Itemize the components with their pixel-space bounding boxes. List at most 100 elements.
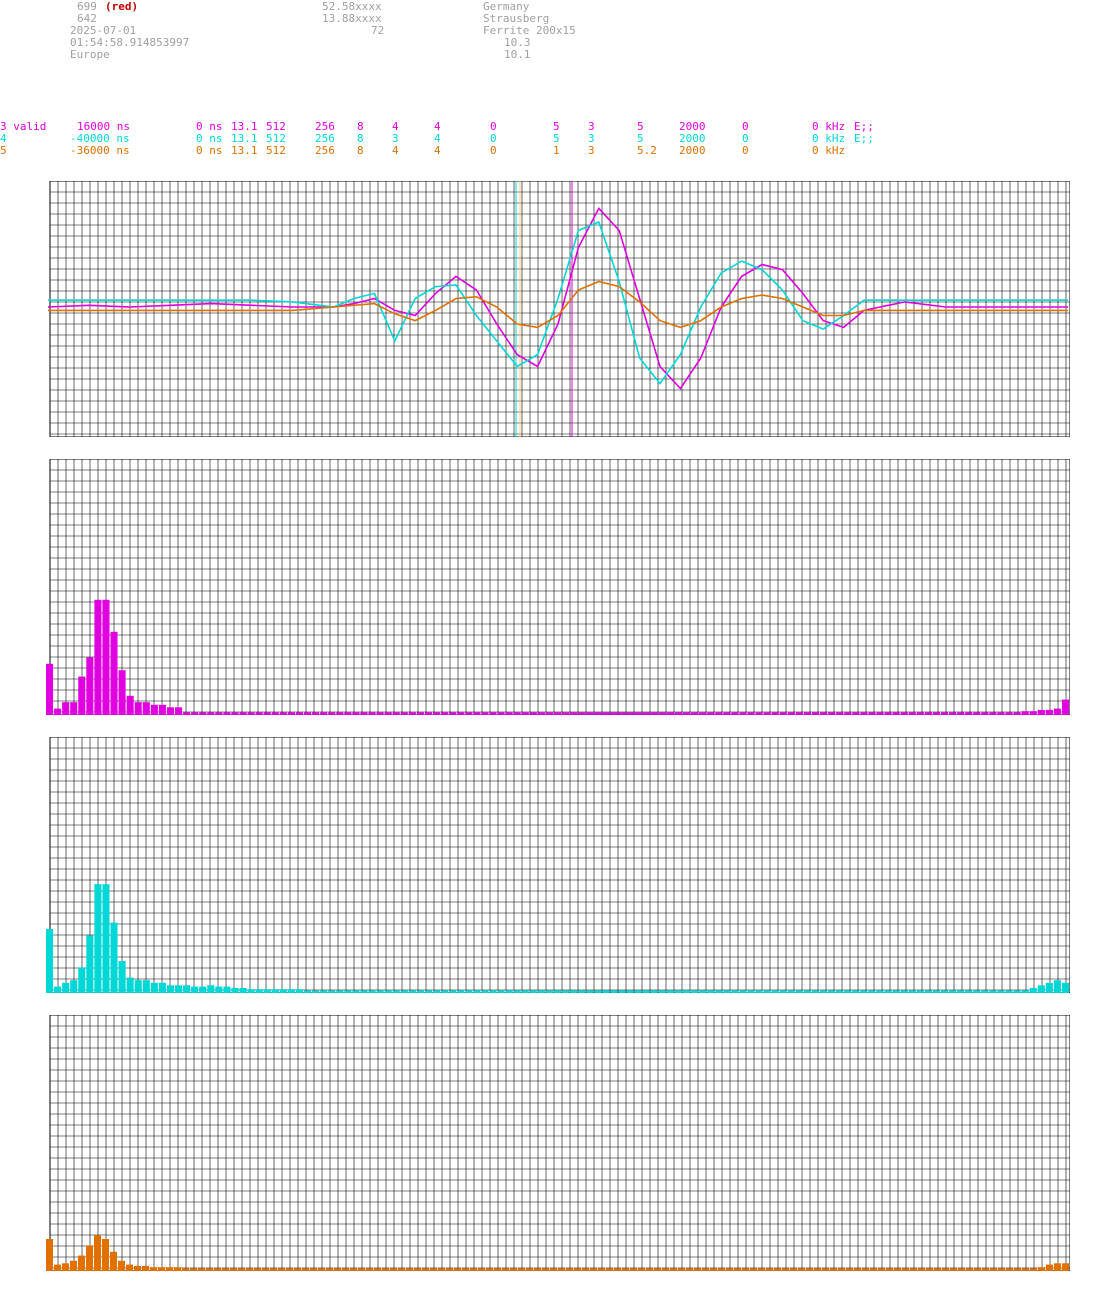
spectrum-bar bbox=[1054, 1263, 1061, 1271]
channel-2-c16: 0 kHz bbox=[812, 144, 846, 157]
spectrum-bar bbox=[142, 702, 150, 715]
spectrum-bar bbox=[457, 990, 465, 993]
spectrum-bar bbox=[908, 990, 916, 993]
spectrum-bar bbox=[658, 990, 666, 993]
spectrum-bar bbox=[900, 712, 908, 715]
spectrum-bar bbox=[376, 712, 384, 715]
channel-2-c9: 4 bbox=[434, 144, 441, 157]
spectrum-bar bbox=[694, 1268, 701, 1271]
spectrum-bar bbox=[742, 1268, 749, 1271]
spectrum-bar bbox=[582, 1268, 589, 1271]
spectrum-bar bbox=[787, 990, 795, 993]
spectrum-bar bbox=[1029, 711, 1037, 715]
channel-2-c15: 0 bbox=[742, 144, 749, 157]
spectrum-bar bbox=[534, 1268, 541, 1271]
spectrum-bar bbox=[502, 1268, 509, 1271]
spectrum-bar bbox=[263, 989, 271, 993]
spectrum-bar bbox=[916, 990, 924, 993]
event-count-note: (red) bbox=[105, 0, 139, 13]
spectrum-bar bbox=[198, 1268, 205, 1271]
spectrum-bar bbox=[199, 986, 207, 993]
spectrum-bar bbox=[350, 1268, 357, 1271]
spectrum-bar bbox=[231, 712, 239, 715]
spectrum-bar bbox=[1030, 1268, 1037, 1271]
spectrum-bar bbox=[590, 1268, 597, 1271]
spectrum-bar bbox=[1053, 980, 1061, 993]
spectrum-bar bbox=[924, 990, 932, 993]
spectrum-bar bbox=[247, 712, 255, 715]
spectrum-bar bbox=[803, 712, 811, 715]
spectrum-bar bbox=[997, 712, 1005, 715]
spectrum-bar bbox=[462, 1268, 469, 1271]
grid bbox=[49, 1015, 1070, 1271]
spectrum-bar bbox=[320, 712, 328, 715]
spectrum-bar bbox=[1061, 699, 1069, 715]
spectrum-bar bbox=[360, 712, 368, 715]
spectrum-bar bbox=[763, 990, 771, 993]
spectrum-bar bbox=[134, 1265, 141, 1271]
spectrum-bar bbox=[610, 990, 618, 993]
spectrum-bar bbox=[602, 712, 610, 715]
spectrum-bar bbox=[368, 990, 376, 993]
spectrum-bar bbox=[614, 1268, 621, 1271]
spectrum-bar bbox=[183, 985, 191, 993]
spectrum-bar bbox=[400, 712, 408, 715]
spectrum-bar bbox=[310, 1268, 317, 1271]
spectrum-bar bbox=[1053, 708, 1061, 715]
spectrum-bar bbox=[734, 1268, 741, 1271]
spectrum-bar bbox=[884, 712, 892, 715]
spectrum-bar bbox=[279, 712, 287, 715]
spectrum-bar bbox=[424, 712, 433, 715]
spectrum-bar bbox=[529, 990, 537, 993]
spectrum-bar bbox=[598, 1268, 605, 1271]
spectrum-bar bbox=[965, 712, 973, 715]
spectrum-bar bbox=[966, 1268, 973, 1271]
spectrum-bar bbox=[207, 712, 215, 715]
spectrum-bar bbox=[811, 712, 820, 715]
spectrum-bar bbox=[294, 1268, 301, 1271]
spectrum-bar bbox=[878, 1268, 885, 1271]
spectrum-bar bbox=[892, 990, 900, 993]
spectrum-bar bbox=[46, 663, 54, 715]
channel-2-c12: 3 bbox=[588, 144, 595, 157]
spectrum-bar bbox=[223, 986, 231, 993]
spectrum-panel-4 bbox=[46, 737, 1070, 993]
spectrum-bar bbox=[78, 967, 86, 993]
spectrum-bar bbox=[231, 987, 239, 993]
spectrum-bar bbox=[54, 708, 62, 715]
spectrum-bar bbox=[215, 986, 223, 993]
spectrum-bar bbox=[110, 631, 118, 715]
spectrum-bar bbox=[223, 712, 231, 715]
spectrum-bar bbox=[481, 990, 489, 993]
channel-2-c10: 0 bbox=[490, 144, 497, 157]
spectrum-bar bbox=[691, 990, 699, 993]
spectrum-bar bbox=[206, 1268, 213, 1271]
spectrum-bar bbox=[763, 712, 771, 715]
spectrum-bar bbox=[126, 1264, 133, 1271]
spectrum-bar bbox=[566, 1268, 573, 1271]
spectrum-bar bbox=[384, 712, 392, 715]
spectrum-bar bbox=[1022, 1268, 1029, 1271]
spectrum-bar bbox=[691, 712, 699, 715]
spectrum-bar bbox=[642, 990, 650, 993]
spectrum-bar bbox=[497, 712, 505, 715]
spectrum-bar bbox=[795, 990, 803, 993]
spectrum-bar bbox=[811, 990, 820, 993]
spectrum-bar bbox=[398, 1268, 405, 1271]
waveform-chart bbox=[47, 181, 1070, 437]
spectrum-bar bbox=[529, 712, 537, 715]
spectrum-bar bbox=[118, 961, 126, 993]
spectrum-bar bbox=[908, 712, 916, 715]
spectrum-bar bbox=[1046, 1264, 1053, 1271]
spectrum-bar bbox=[215, 712, 223, 715]
spectrum-bar bbox=[870, 1268, 877, 1271]
spectrum-bar bbox=[1045, 982, 1053, 993]
spectrum-bar bbox=[239, 987, 247, 993]
spectrum-bar bbox=[642, 712, 650, 715]
spectrum-bar bbox=[433, 712, 441, 715]
spectrum-bar bbox=[846, 1268, 853, 1271]
spectrum-chart-5 bbox=[46, 1015, 1070, 1271]
spectrum-bar bbox=[430, 1268, 437, 1271]
spectrum-bar bbox=[457, 712, 465, 715]
spectrum-bar bbox=[94, 599, 102, 715]
